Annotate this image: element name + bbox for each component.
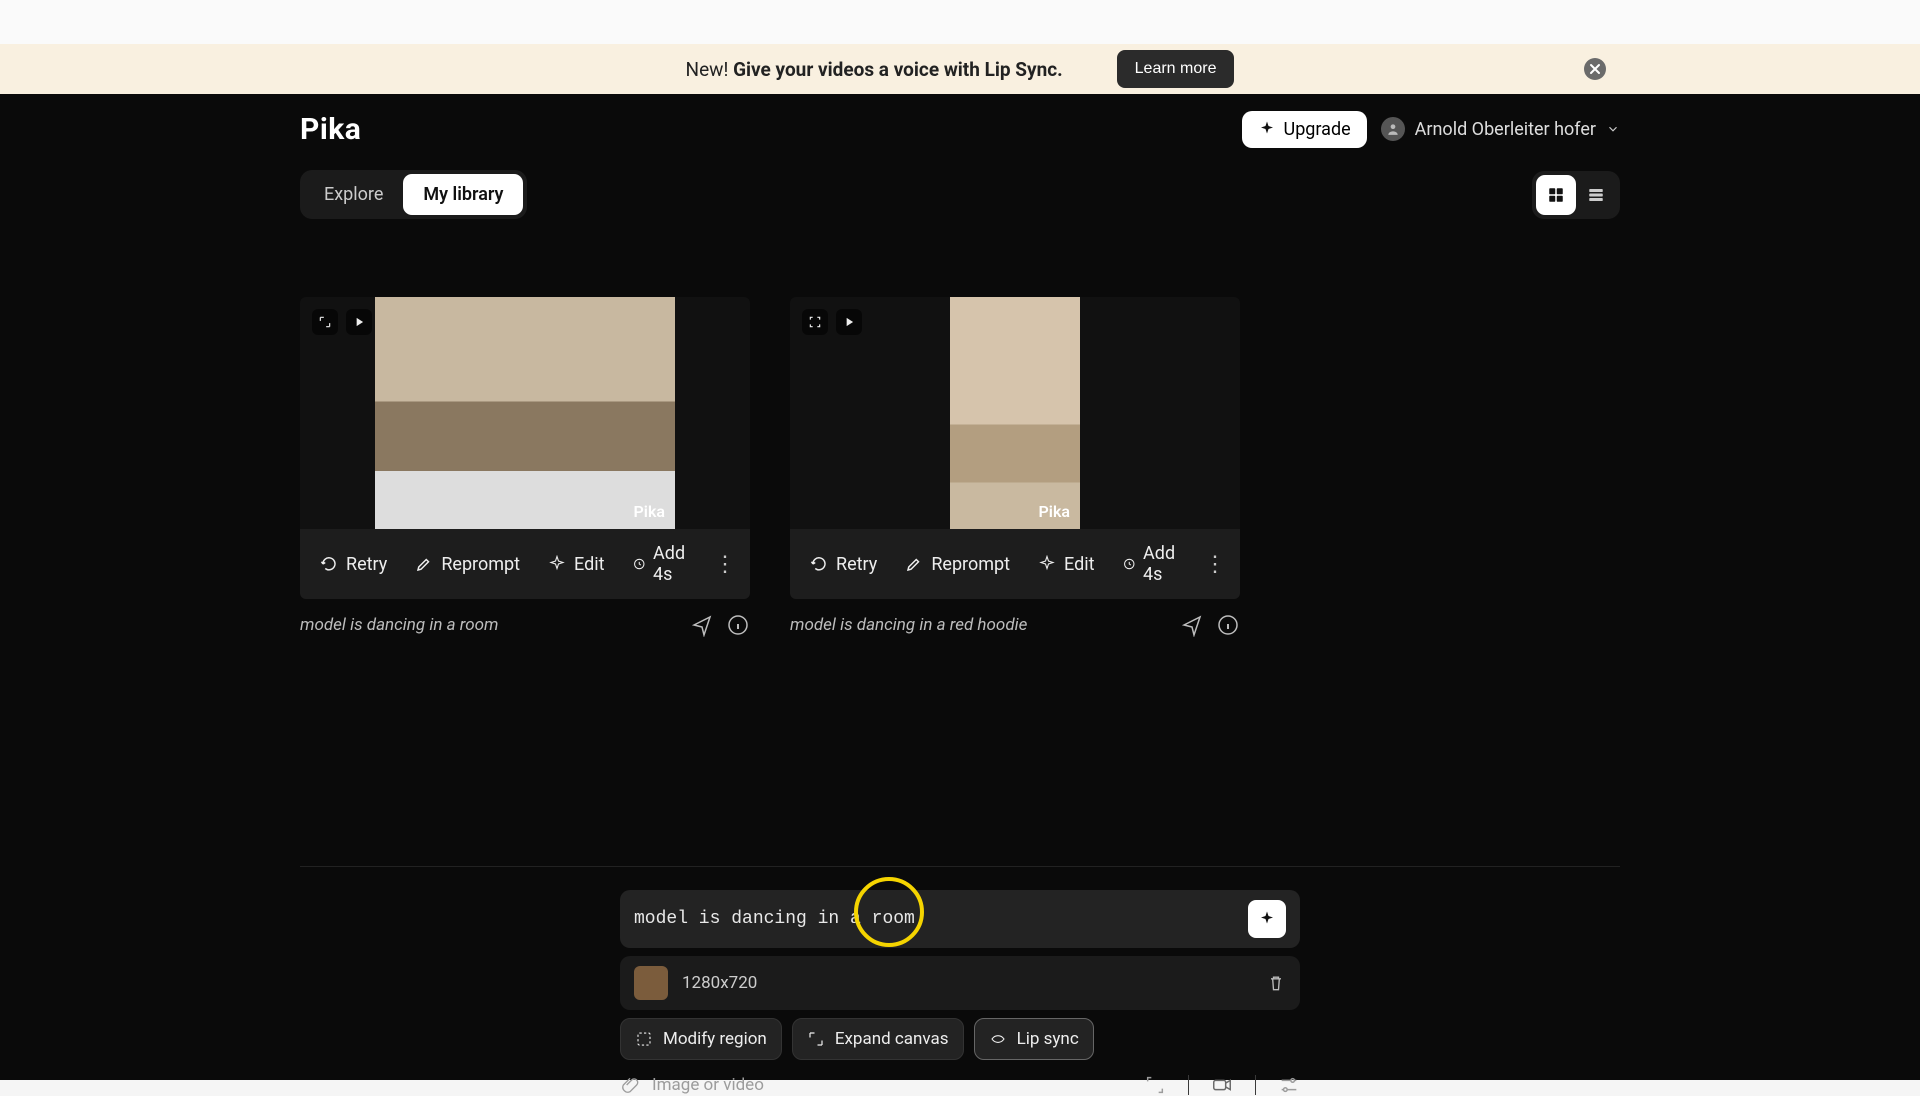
expand-icon[interactable] (312, 309, 338, 335)
expand-canvas-button[interactable]: Expand canvas (792, 1018, 964, 1060)
watermark: Pika (634, 502, 665, 521)
list-icon (1587, 186, 1605, 204)
grid-view-button[interactable] (1536, 175, 1576, 215)
add-time-icon (1123, 555, 1136, 573)
learn-more-button[interactable]: Learn more (1117, 50, 1235, 88)
expand-icon (807, 1030, 825, 1048)
more-menu-icon[interactable]: ⋮ (706, 552, 744, 577)
edit-button[interactable]: Edit (534, 546, 618, 583)
aspect-ratio-icon[interactable] (1144, 1074, 1166, 1096)
more-menu-icon[interactable]: ⋮ (1196, 552, 1234, 577)
user-name: Arnold Oberleiter hofer (1415, 119, 1596, 140)
lip-sync-button[interactable]: Lip sync (974, 1018, 1094, 1060)
settings-sliders-icon[interactable] (1278, 1074, 1300, 1096)
nav-tabs: Explore My library (300, 170, 527, 219)
user-menu[interactable]: Arnold Oberleiter hofer (1381, 117, 1620, 141)
attach-row: Image or video (620, 1074, 1300, 1096)
info-icon[interactable] (1216, 613, 1240, 637)
asset-dimensions: 1280x720 (682, 973, 757, 993)
attach-label: Image or video (652, 1075, 764, 1095)
info-icon[interactable] (726, 613, 750, 637)
announcement-banner: New! Give your videos a voice with Lip S… (0, 44, 1920, 94)
chevron-down-icon (1606, 122, 1620, 136)
prompt-input[interactable] (634, 909, 1248, 929)
asset-thumbnail[interactable] (634, 966, 668, 1000)
prompt-bar (620, 890, 1300, 948)
grid-icon (1547, 186, 1565, 204)
divider (300, 866, 1620, 867)
retry-button[interactable]: Retry (306, 546, 401, 583)
modify-region-button[interactable]: Modify region (620, 1018, 782, 1060)
tab-explore[interactable]: Explore (304, 174, 403, 215)
retry-button[interactable]: Retry (796, 546, 891, 583)
retry-icon (320, 555, 338, 573)
video-card: Pika Retry Reprompt Edit Add 4s ⋮ model … (300, 297, 750, 637)
upgrade-button[interactable]: Upgrade (1242, 111, 1367, 148)
share-icon[interactable] (690, 613, 714, 637)
trash-icon (1266, 973, 1286, 993)
edit-icon (548, 555, 566, 573)
edit-button[interactable]: Edit (1024, 546, 1108, 583)
avatar (1381, 117, 1405, 141)
camera-icon[interactable] (1211, 1074, 1233, 1096)
sparkle-icon (1258, 910, 1276, 928)
video-caption: model is dancing in a red hoodie (790, 615, 1027, 635)
add-4s-button[interactable]: Add 4s (1109, 535, 1196, 593)
banner-text: New! Give your videos a voice with Lip S… (686, 58, 1063, 81)
play-icon[interactable] (836, 309, 862, 335)
sparkle-icon (1258, 120, 1276, 138)
view-toggle (1532, 171, 1620, 219)
lips-icon (989, 1030, 1007, 1048)
watermark: Pika (1039, 502, 1070, 521)
add-time-icon (633, 555, 646, 573)
play-icon[interactable] (346, 309, 372, 335)
region-icon (635, 1030, 653, 1048)
close-icon[interactable] (1584, 58, 1606, 80)
app-logo: Pika (300, 112, 361, 147)
add-4s-button[interactable]: Add 4s (619, 535, 706, 593)
focus-icon[interactable] (802, 309, 828, 335)
video-thumbnail[interactable]: Pika (790, 297, 1240, 529)
list-view-button[interactable] (1576, 175, 1616, 215)
delete-asset-button[interactable] (1266, 973, 1286, 993)
edit-icon (1038, 555, 1056, 573)
video-thumbnail[interactable]: Pika (300, 297, 750, 529)
attachment-icon[interactable] (620, 1075, 640, 1095)
attached-asset: 1280x720 (620, 956, 1300, 1010)
reprompt-button[interactable]: Reprompt (401, 546, 534, 583)
reprompt-button[interactable]: Reprompt (891, 546, 1024, 583)
retry-icon (810, 555, 828, 573)
generate-button[interactable] (1248, 900, 1286, 938)
video-caption: model is dancing in a room (300, 615, 498, 635)
video-card: Pika Retry Reprompt Edit Add 4s ⋮ model … (790, 297, 1240, 637)
share-icon[interactable] (1180, 613, 1204, 637)
reprompt-icon (905, 555, 923, 573)
tab-my-library[interactable]: My library (403, 174, 523, 215)
reprompt-icon (415, 555, 433, 573)
